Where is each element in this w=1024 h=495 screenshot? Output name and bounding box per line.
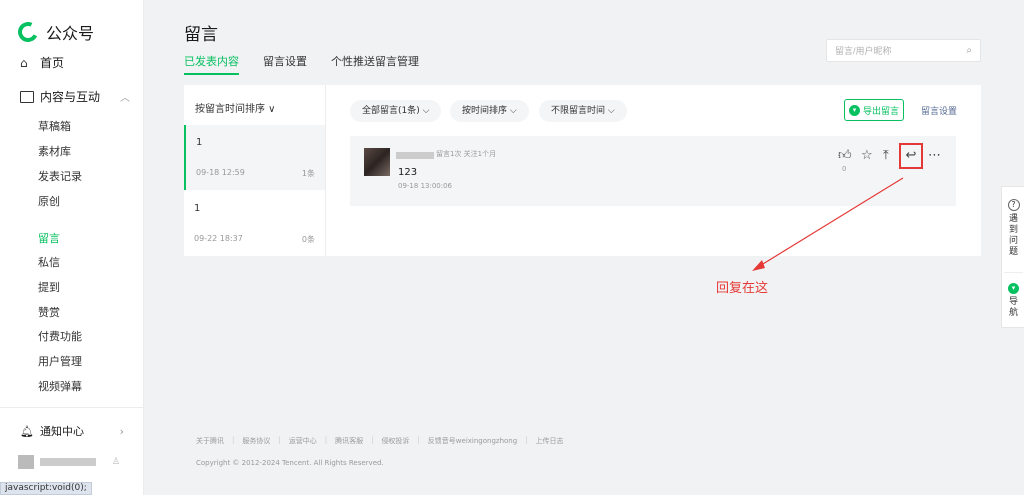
export-comments-button[interactable]: ▾ 导出留言	[844, 99, 904, 121]
article-title: 1	[196, 137, 203, 148]
filter-time-range[interactable]: 不限留言时间 ⌵	[539, 100, 627, 122]
like-icon[interactable]: 👍︎	[838, 148, 852, 163]
avatar	[18, 455, 34, 469]
tab-published-content[interactable]: 已发表内容	[184, 53, 239, 75]
article-item[interactable]: 1 09-18 12:59 1条	[184, 125, 325, 190]
document-icon	[20, 90, 34, 103]
account-menu[interactable]: ♙	[18, 455, 120, 469]
navigation-icon: ▾	[1008, 283, 1019, 294]
help-label-char: 遇	[1008, 214, 1018, 224]
sidebar-item-home-label: 首页	[40, 56, 65, 70]
nav-label-char: 导	[1008, 297, 1018, 307]
comment-time: 09-18 13:00:06	[398, 182, 453, 190]
sidebar-item-mentions[interactable]: 提到	[38, 279, 60, 295]
comment-item: 留言1次 关注1个月 123 09-18 13:00:06 👍︎ 0 ☆ ⤒ ↩…	[350, 136, 956, 206]
tab-comment-settings[interactable]: 留言设置	[263, 53, 307, 75]
filter-all-comments[interactable]: 全部留言(1条) ⌵	[350, 100, 442, 122]
footer-link[interactable]: 腾讯客服	[335, 436, 363, 446]
article-title: 1	[194, 203, 201, 214]
sidebar-item-home[interactable]: ⌂ 首页	[20, 54, 64, 71]
article-date: 09-22 18:37	[194, 234, 243, 243]
sidebar-item-video-danmaku[interactable]: 视频弹幕	[38, 378, 82, 394]
wechat-mp-logo-icon	[15, 19, 41, 45]
floating-help-bar: ? 遇 到 问 题 ▾ 导 航	[1001, 186, 1024, 328]
search-icon[interactable]: ⌕	[966, 45, 972, 56]
star-icon[interactable]: ☆	[861, 148, 873, 163]
pin-to-top-icon[interactable]: ⤒	[883, 148, 889, 163]
home-icon: ⌂	[20, 55, 28, 70]
help-label-char: 问	[1008, 236, 1018, 246]
bell-icon: 🔔︎	[20, 424, 34, 438]
chevron-up-icon: ︿	[120, 93, 130, 104]
navigation-button[interactable]: ▾ 导 航	[1002, 283, 1024, 319]
footer-link[interactable]: 关于腾讯	[196, 436, 224, 446]
sidebar-group-content[interactable]: 内容与互动 ︿	[20, 88, 130, 105]
sidebar-item-paid-features[interactable]: 付费功能	[38, 328, 82, 344]
sidebar-item-drafts[interactable]: 草稿箱	[38, 118, 71, 134]
copyright: Copyright © 2012-2024 Tencent. All Right…	[196, 459, 384, 467]
logo-text: 公众号	[46, 24, 95, 43]
sidebar-group-label: 内容与互动	[40, 90, 101, 104]
reply-icon[interactable]: ↩	[899, 143, 923, 169]
article-date: 09-18 12:59	[196, 168, 245, 177]
page-title: 留言	[184, 25, 218, 45]
sort-by-comment-time-dropdown[interactable]: 按留言时间排序 ∨	[195, 100, 276, 115]
article-comment-count: 1条	[301, 169, 315, 178]
account-name-blurred	[40, 458, 96, 466]
export-label: 导出留言	[862, 106, 899, 117]
commenter-avatar[interactable]	[364, 148, 390, 176]
filter-sort-by-time[interactable]: 按时间排序 ⌵	[450, 100, 529, 122]
sidebar-item-user-management[interactable]: 用户管理	[38, 353, 82, 369]
notifications-label: 通知中心	[40, 425, 84, 438]
sidebar-item-publish-records[interactable]: 发表记录	[38, 168, 82, 184]
help-label-char: 到	[1008, 225, 1018, 235]
sidebar-item-rewards[interactable]: 赞赏	[38, 304, 60, 320]
footer-link[interactable]: 上传日志	[536, 436, 564, 446]
search-box[interactable]: ⌕	[826, 39, 981, 62]
help-label-char: 题	[1008, 247, 1018, 257]
sidebar: 公众号 ⌂ 首页 内容与互动 ︿ 草稿箱 素材库 发表记录 原创 留言 私信 提…	[0, 0, 144, 495]
like-count: 0	[842, 165, 847, 173]
footer-link[interactable]: 侵权投诉	[381, 436, 409, 446]
divider	[1004, 272, 1023, 273]
sidebar-divider	[0, 407, 144, 408]
sidebar-item-messages[interactable]: 私信	[38, 254, 60, 270]
article-list: 按留言时间排序 ∨ 1 09-18 12:59 1条 1 09-22 18:37…	[184, 85, 325, 256]
article-comment-count: 0条	[301, 235, 315, 244]
sidebar-item-notifications[interactable]: 🔔︎ 通知中心 ›	[20, 423, 124, 439]
article-item[interactable]: 1 09-22 18:37 0条	[184, 191, 325, 256]
comments-panel: 全部留言(1条) ⌵ 按时间排序 ⌵ 不限留言时间 ⌵ ▾ 导出留言 留言设置 …	[325, 85, 981, 256]
footer-links: 关于腾讯 | 服务协议 | 运营中心 | 腾讯客服 | 侵权投诉 | 反馈音号weixin…	[196, 436, 564, 446]
sidebar-item-materials[interactable]: 素材库	[38, 143, 71, 159]
commenter-name-blurred	[396, 152, 434, 159]
search-input[interactable]	[835, 45, 955, 56]
tab-bar: 已发表内容 留言设置 个性推送留言管理	[184, 53, 443, 75]
logo[interactable]: 公众号	[15, 19, 95, 45]
footer-link[interactable]: 服务协议	[242, 436, 270, 446]
annotation-label: 回复在这	[716, 281, 769, 296]
commenter-meta: 留言1次 关注1个月	[436, 150, 497, 158]
comment-settings-link[interactable]: 留言设置	[921, 104, 957, 117]
help-button[interactable]: ? 遇 到 问 题	[1002, 199, 1024, 258]
sidebar-item-original[interactable]: 原创	[38, 193, 60, 209]
sidebar-item-comments[interactable]: 留言	[38, 230, 60, 246]
settings-icon: ♙	[111, 457, 120, 467]
question-icon: ?	[1007, 199, 1020, 211]
chevron-right-icon: ›	[119, 424, 124, 438]
status-bar-url: javascript:void(0);	[0, 482, 92, 495]
footer-link[interactable]: 反馈音号weixingongzhong	[428, 436, 517, 446]
comment-text: 123	[398, 167, 418, 178]
tab-personalized-push-comments[interactable]: 个性推送留言管理	[331, 53, 419, 75]
nav-label-char: 航	[1008, 308, 1018, 318]
export-icon: ▾	[848, 104, 860, 116]
footer-link[interactable]: 运营中心	[289, 436, 317, 446]
more-icon[interactable]: ⋯	[928, 148, 941, 163]
